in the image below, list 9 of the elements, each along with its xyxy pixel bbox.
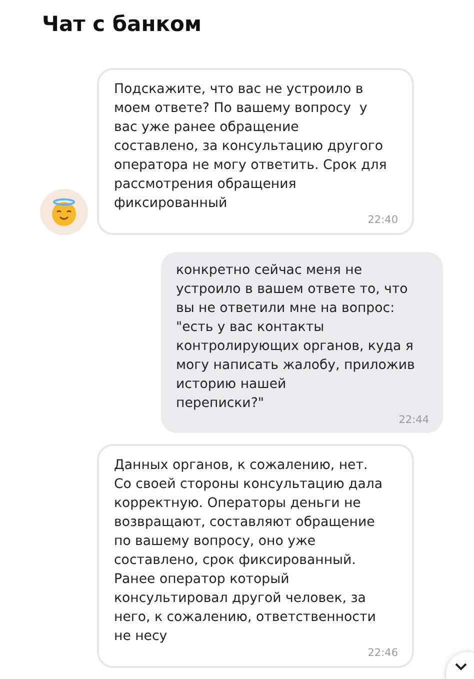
smiling-face-icon (49, 197, 79, 227)
chat-title: Чат с банком (42, 12, 202, 36)
message-text: Подскажите, что вас не устроило в моем ответе? По вашему вопросу у вас уже ранее обращение составлено, за консультацию другого оператора не могу ответить. Срок для рассмотрения обращения фиксированный (114, 81, 388, 213)
message-time: 22:46 (368, 647, 398, 660)
message-time: 22:44 (398, 414, 429, 427)
message-text: конкретно сейчас меня не устроило в вашем ответе то, что вы не ответили мне на вопрос: "есть у вас контакты контролирующих органов, куда я могу написать жалобу, приложив историю нашей переписки?" (176, 262, 416, 413)
message-time: 22:40 (368, 214, 398, 227)
message-text: Данных органов, к сожалению, нет. Со своей стороны консультацию дала корректную. Операторы деньги не возвращают, составляют обращение по вашему вопросу, оно уже составлено, срок фиксированный. Ранее оператор который консультировал другой человек, за него, к сожалению, ответственности не несу (114, 457, 384, 646)
chevron-down-icon (454, 662, 468, 672)
